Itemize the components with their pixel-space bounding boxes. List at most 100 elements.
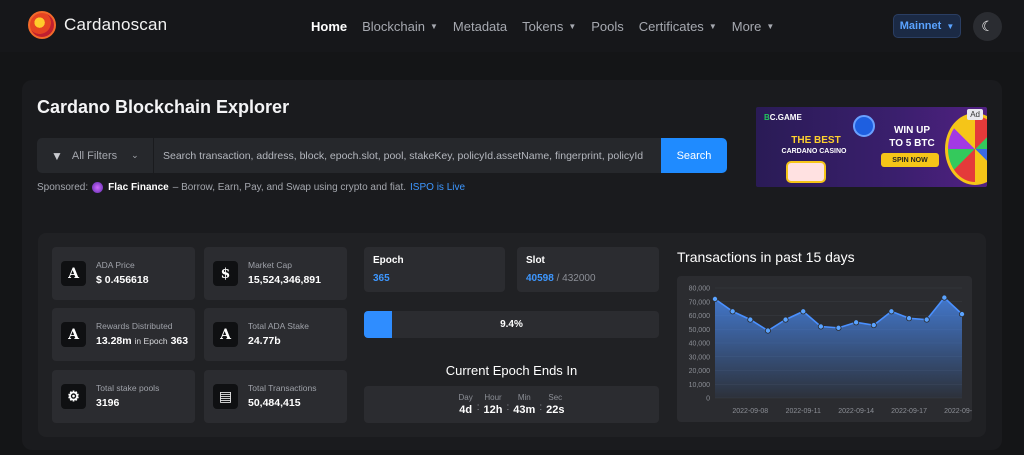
nav-item-home[interactable]: Home xyxy=(311,19,347,34)
epoch-label: Epoch xyxy=(373,255,404,266)
y-tick-label: 50,000 xyxy=(689,327,711,334)
stat-label: Total Transactions xyxy=(248,383,317,393)
ad-brand: BC.GAME xyxy=(764,113,802,122)
brand-logo[interactable]: Cardanoscan xyxy=(28,11,167,39)
data-point xyxy=(870,322,877,329)
countdown-separator: : xyxy=(506,402,510,413)
stat-label: Total ADA Stake xyxy=(248,321,309,331)
countdown-value: 4d xyxy=(459,404,473,416)
chevron-down-icon: ⌄ xyxy=(131,150,139,160)
sponsor-text: – Borrow, Earn, Pay, and Swap using cryp… xyxy=(172,182,407,193)
x-tick-label: 2022-09-11 xyxy=(786,408,821,415)
nav-item-more[interactable]: More ▼ xyxy=(732,19,775,34)
filter-icon: ▼ xyxy=(51,148,63,163)
nav-item-metadata[interactable]: Metadata xyxy=(453,19,507,34)
progress-text: 9.4% xyxy=(500,319,523,330)
y-tick-label: 60,000 xyxy=(689,313,711,320)
data-point xyxy=(817,323,824,330)
epoch-ends-title: Current Epoch Ends In xyxy=(445,363,578,378)
sponsor-name-link[interactable]: Flac Finance xyxy=(108,182,169,193)
ada-icon: A xyxy=(61,322,86,347)
ad-headline: THE BEST xyxy=(791,135,841,146)
chevron-down-icon: ▼ xyxy=(946,21,955,31)
stat-card-ada-stake: A Total ADA Stake 24.77b xyxy=(204,308,347,361)
stat-label: Total stake pools xyxy=(96,383,160,393)
nav-item-blockchain[interactable]: Blockchain ▼ xyxy=(362,19,438,34)
nav-item-label: Tokens xyxy=(522,18,564,34)
countdown-min: Min 43m xyxy=(513,386,535,416)
filter-dropdown[interactable]: ▼ All Filters ⌄ xyxy=(37,138,154,173)
stat-value: 24.77b xyxy=(248,335,281,347)
sponsored-line: Sponsored: Flac Finance – Borrow, Earn, … xyxy=(37,182,465,193)
nav-item-label: Certificates xyxy=(638,18,704,34)
x-tick-label: 2022-09-20 xyxy=(944,408,972,415)
chart-title: Transactions in past 15 days xyxy=(677,249,855,265)
page-title: Cardano Blockchain Explorer xyxy=(37,97,290,117)
theme-toggle-button[interactable]: ☾ xyxy=(973,12,1002,41)
y-tick-label: 10,000 xyxy=(689,382,711,389)
transactions-area xyxy=(715,297,962,398)
main-menu: Home Blockchain ▼ Metadata Tokens ▼ Pools Certi… xyxy=(311,0,789,52)
data-point xyxy=(782,316,789,323)
countdown-day: Day 4d xyxy=(459,386,473,416)
chevron-down-icon: ▼ xyxy=(568,21,577,31)
ad-banner[interactable]: BC.GAME THE BEST CARDANO CASINO WIN UP TO… xyxy=(756,107,987,187)
nav-item-certificates[interactable]: Certificates ▼ xyxy=(639,19,717,34)
gear-icon: ⚙ xyxy=(61,384,86,409)
y-tick-label: 20,000 xyxy=(689,368,711,375)
cardano-coin-icon xyxy=(853,115,875,137)
receipt-icon: ▤ xyxy=(213,384,238,409)
top-navbar: Cardanoscan Home Blockchain ▼ Metadata Token… xyxy=(0,0,1024,52)
ada-icon: A xyxy=(61,261,86,286)
epoch-card[interactable]: Epoch 365 xyxy=(364,247,505,292)
nav-item-pools[interactable]: Pools xyxy=(591,19,624,34)
filter-label: All Filters xyxy=(71,149,118,162)
ad-cta-button[interactable]: SPIN NOW xyxy=(881,153,939,167)
data-point xyxy=(835,324,842,331)
cardanoscan-logo-icon xyxy=(28,11,56,39)
stats-panel: A ADA Price $ 0.456618 $ Market Cap 15,5… xyxy=(38,233,986,437)
x-tick-label: 2022-09-14 xyxy=(838,408,874,415)
countdown-hour: Hour 12h xyxy=(484,386,503,416)
stat-value: $ 0.456618 xyxy=(96,274,149,286)
stat-label: Market Cap xyxy=(248,260,292,270)
search-input[interactable] xyxy=(154,138,661,173)
search-button[interactable]: Search xyxy=(661,138,727,173)
slot-label: Slot xyxy=(526,255,545,266)
epoch-countdown: Day 4d: Hour 12h: Min 43m: Sec 22s xyxy=(364,386,659,423)
countdown-label: Sec xyxy=(548,393,563,402)
chevron-down-icon: ▼ xyxy=(708,21,717,31)
chevron-down-icon: ▼ xyxy=(766,21,775,31)
sponsor-cta-link[interactable]: ISPO is Live xyxy=(410,182,465,193)
stat-label: Rewards Distributed xyxy=(96,321,173,331)
slot-machine-icon xyxy=(786,161,826,183)
stat-card-ada-price: A ADA Price $ 0.456618 xyxy=(52,247,195,300)
y-tick-label: 30,000 xyxy=(689,354,711,361)
data-point xyxy=(888,308,895,315)
nav-item-label: Pools xyxy=(591,18,624,34)
prize-wheel-icon xyxy=(945,113,987,185)
stat-value: 3196 xyxy=(96,397,120,409)
nav-item-label: Blockchain xyxy=(362,18,425,34)
y-tick-label: 70,000 xyxy=(689,299,711,306)
ada-icon: A xyxy=(213,322,238,347)
countdown-label: Min xyxy=(517,393,531,402)
sponsored-label: Sponsored: xyxy=(37,182,89,193)
moon-icon: ☾ xyxy=(981,18,994,34)
data-point xyxy=(906,315,913,322)
stat-label: ADA Price xyxy=(96,260,135,270)
stat-card-rewards: A Rewards Distributed 13.28m in Epoch 36… xyxy=(52,308,195,361)
data-point xyxy=(764,327,771,334)
countdown-separator: : xyxy=(476,402,480,413)
data-point xyxy=(800,308,807,315)
epoch-value[interactable]: 365 xyxy=(373,273,390,284)
flac-finance-icon xyxy=(92,182,104,193)
countdown-sec: Sec 22s xyxy=(546,386,564,416)
stat-value: 15,524,346,891 xyxy=(248,274,321,286)
network-selector[interactable]: Mainnet ▼ xyxy=(893,14,961,38)
nav-item-tokens[interactable]: Tokens ▼ xyxy=(522,19,576,34)
stat-card-stake-pools: ⚙ Total stake pools 3196 xyxy=(52,370,195,423)
data-point xyxy=(958,311,965,318)
ad-tag: Ad xyxy=(967,109,983,120)
data-point xyxy=(712,295,719,302)
